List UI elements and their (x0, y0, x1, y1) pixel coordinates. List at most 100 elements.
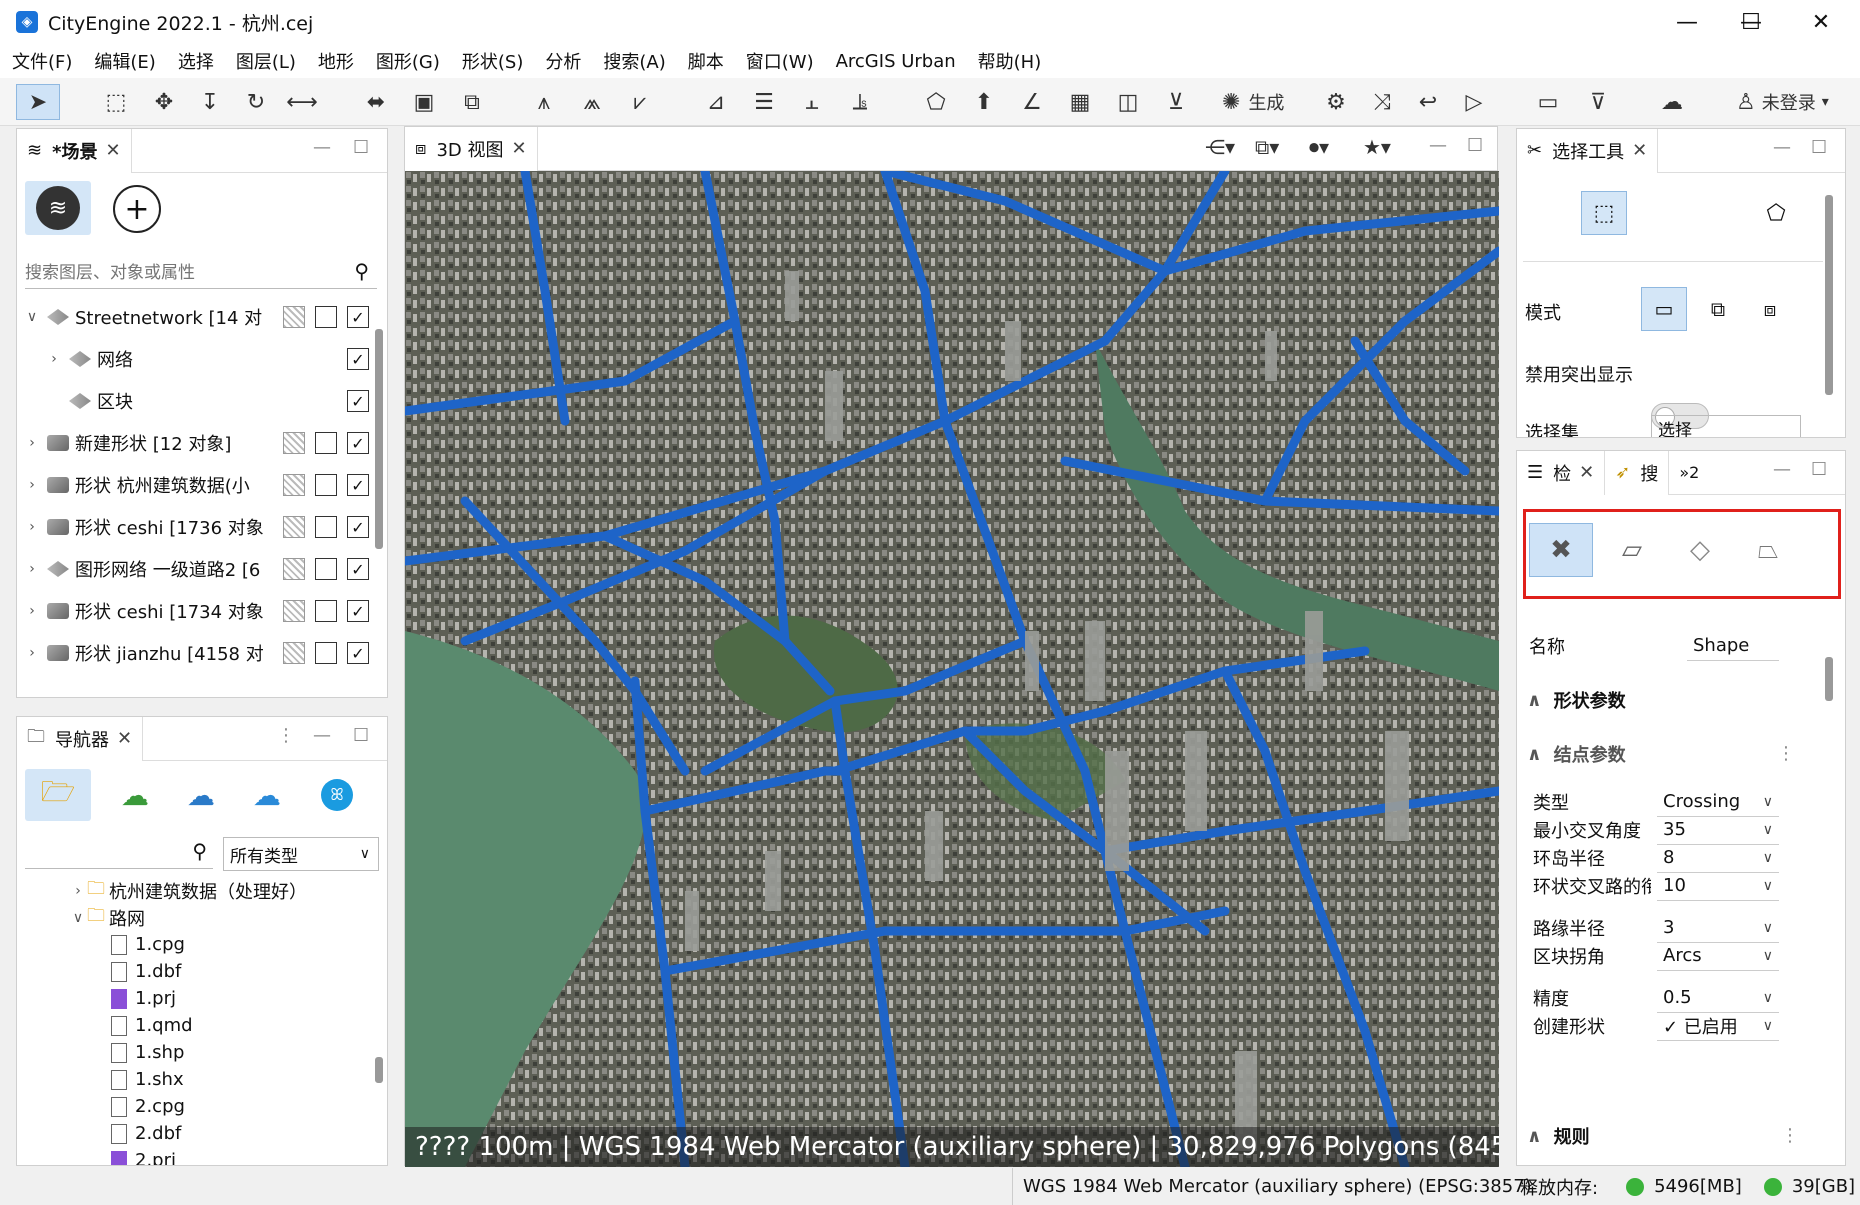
menu-arcgis-urban[interactable]: ArcGIS Urban (836, 51, 956, 72)
frame-select-icon[interactable]: ⬚ (96, 84, 136, 120)
layer-visibility-checkbox[interactable]: ✓ (347, 474, 369, 496)
layer-visibility-checkbox[interactable]: ✓ (347, 390, 369, 412)
layer-visibility-checkbox[interactable]: ✓ (347, 600, 369, 622)
view-settings-icon[interactable]: ⋲▾ (1205, 135, 1235, 159)
expand-caret-icon[interactable]: › (23, 519, 41, 535)
tree-file-item[interactable]: 1.dbf (17, 958, 181, 985)
crossing-type-button[interactable]: ✖ (1529, 523, 1593, 577)
close-icon[interactable]: ✕ (1579, 462, 1594, 483)
camera-icon[interactable]: ⏺▾ (1309, 135, 1329, 159)
maximize-panel-icon[interactable]: ☐ (1811, 459, 1827, 480)
ruler-icon[interactable]: ▭ (1526, 84, 1570, 120)
node-params-header[interactable]: ∧ 结点参数 (1527, 741, 1626, 767)
street-grid-icon[interactable]: ☰ (744, 84, 784, 120)
menu-help[interactable]: 帮助(H) (978, 48, 1042, 74)
menu-script[interactable]: 脚本 (688, 48, 724, 74)
layer-lock-toggle[interactable] (283, 474, 305, 496)
layer-row[interactable]: › 图形网络 一级道路2 [6 ✓ (17, 551, 369, 587)
layer-select-toggle[interactable] (315, 474, 337, 496)
local-files-button[interactable]: 🗁 (25, 769, 91, 821)
menu-layer[interactable]: 图层(L) (236, 48, 296, 74)
select-tool-scrollbar[interactable] (1825, 195, 1833, 395)
tree-file-item[interactable]: 1.qmd (17, 1012, 193, 1039)
generate-button[interactable]: ✺ 生成 (1222, 84, 1322, 120)
layer-row[interactable]: 区块 ✓ (17, 383, 369, 419)
param-value-select[interactable]: 10 ∨ (1657, 871, 1779, 901)
street-tool-icon[interactable]: ⊿ (696, 84, 736, 120)
navigator-scrollbar[interactable] (375, 1057, 383, 1083)
tree-file-item[interactable]: 1.cpg (17, 931, 185, 958)
login-button[interactable]: ♙ 未登录 ▾ (1736, 84, 1848, 120)
scene-search-input[interactable] (25, 262, 325, 283)
roundabout-type-button[interactable]: ⏢ (1737, 523, 1799, 577)
layer-list-scrollbar[interactable] (375, 329, 383, 549)
lasso-select-button[interactable]: ⬠ (1753, 191, 1799, 235)
cga-icon[interactable]: ⚙ (1316, 84, 1356, 120)
minimize-panel-icon[interactable]: — (1429, 135, 1447, 156)
more-options-icon[interactable]: ⋮ (1777, 743, 1795, 764)
close-icon[interactable]: ✕ (1632, 140, 1647, 161)
layer-visibility-checkbox[interactable]: ✓ (347, 516, 369, 538)
add-layer-button[interactable]: + (113, 185, 161, 233)
3d-scene-render[interactable]: ???? 100m | WGS 1984 Web Mercator (auxil… (405, 171, 1499, 1167)
move-icon[interactable]: ✥ (144, 84, 184, 120)
menu-edit[interactable]: 编辑(E) (94, 48, 155, 74)
tab-navigator[interactable]: 🗀 导航器 ✕ (17, 716, 144, 761)
layer-row[interactable]: › 新建形状 [12 对象] ✓ (17, 425, 369, 461)
junction-type-button[interactable]: ▱ (1601, 523, 1663, 577)
param-value-select[interactable]: Arcs ∨ (1657, 941, 1779, 971)
minimize-panel-icon[interactable]: — (313, 137, 331, 158)
cube-icon[interactable]: ⧉ (452, 84, 492, 120)
layer-select-toggle[interactable] (315, 432, 337, 454)
expand-caret-icon[interactable]: › (23, 435, 41, 451)
layer-lock-toggle[interactable] (283, 558, 305, 580)
layer-select-toggle[interactable] (315, 600, 337, 622)
terrain-shape-icon[interactable]: ⩕ (572, 84, 612, 120)
close-window-button[interactable]: ✕ (1790, 0, 1852, 44)
rules-header[interactable]: ∧ 规则 (1527, 1123, 1590, 1149)
minimize-panel-icon[interactable]: — (1773, 137, 1791, 158)
maximize-panel-icon[interactable]: ☐ (353, 725, 369, 746)
layers-view-button[interactable]: ≋ (25, 181, 91, 235)
layer-visibility-checkbox[interactable]: ✓ (347, 348, 369, 370)
random-icon[interactable]: ⤨ (1362, 84, 1402, 120)
menu-terrain[interactable]: 地形 (318, 48, 354, 74)
layer-row[interactable]: › 形状 杭州建筑数据(小 ✓ (17, 467, 369, 503)
tab-select-tool[interactable]: ✂ 选择工具 ✕ (1517, 129, 1659, 173)
layer-select-toggle[interactable] (315, 306, 337, 328)
close-icon[interactable]: ✕ (117, 728, 132, 749)
layer-lock-toggle[interactable] (283, 600, 305, 622)
menu-search[interactable]: 搜索(A) (603, 48, 665, 74)
maximize-panel-icon[interactable]: ☐ (1811, 137, 1827, 158)
layer-visibility-checkbox[interactable]: ✓ (347, 432, 369, 454)
layer-select-toggle[interactable] (315, 558, 337, 580)
layer-row[interactable]: › 形状 jianzhu [4158 对 ✓ (17, 635, 369, 671)
param-value-select[interactable]: 35 ∨ (1657, 815, 1779, 845)
weather-icon[interactable]: ☁ (1650, 84, 1694, 120)
close-icon[interactable]: ✕ (106, 140, 121, 161)
living-atlas-button[interactable]: ꕤ (309, 769, 365, 821)
layer-visibility-checkbox[interactable]: ✓ (347, 306, 369, 328)
more-options-icon[interactable]: ⋮ (277, 725, 295, 746)
expand-caret-icon[interactable]: › (69, 883, 87, 899)
name-value[interactable]: Shape (1687, 631, 1779, 661)
freeway-type-button[interactable]: ◇ (1669, 523, 1731, 577)
street-align-icon[interactable]: ⫡ (840, 84, 880, 120)
shape-params-header[interactable]: ∧ 形状参数 (1527, 687, 1626, 713)
minimize-window-button[interactable]: — (1656, 0, 1718, 44)
mode-add-button[interactable]: ⧉ (1695, 287, 1741, 331)
arcgis-online-button[interactable]: ☁ (239, 769, 295, 821)
shape-split-icon[interactable]: ◫ (1108, 84, 1148, 120)
street-edit-icon[interactable]: ⫠ (792, 84, 832, 120)
menu-file[interactable]: 文件(F) (12, 48, 72, 74)
minimize-panel-icon[interactable]: — (1773, 459, 1791, 480)
tree-file-item[interactable]: 1.prj (17, 985, 176, 1012)
layer-select-toggle[interactable] (315, 516, 337, 538)
layer-lock-toggle[interactable] (283, 432, 305, 454)
rotate-icon[interactable]: ↻ (236, 84, 276, 120)
render-mode-icon[interactable]: ⧉▾ (1255, 135, 1279, 159)
layer-row[interactable]: ∨ Streetnetwork [14 对 ✓ (17, 299, 369, 335)
tree-file-item[interactable]: 1.shp (17, 1039, 184, 1066)
param-value-select[interactable]: ✓ 已启用 ∨ (1657, 1011, 1779, 1041)
selection-set-select[interactable]: 选择 (1651, 415, 1801, 437)
